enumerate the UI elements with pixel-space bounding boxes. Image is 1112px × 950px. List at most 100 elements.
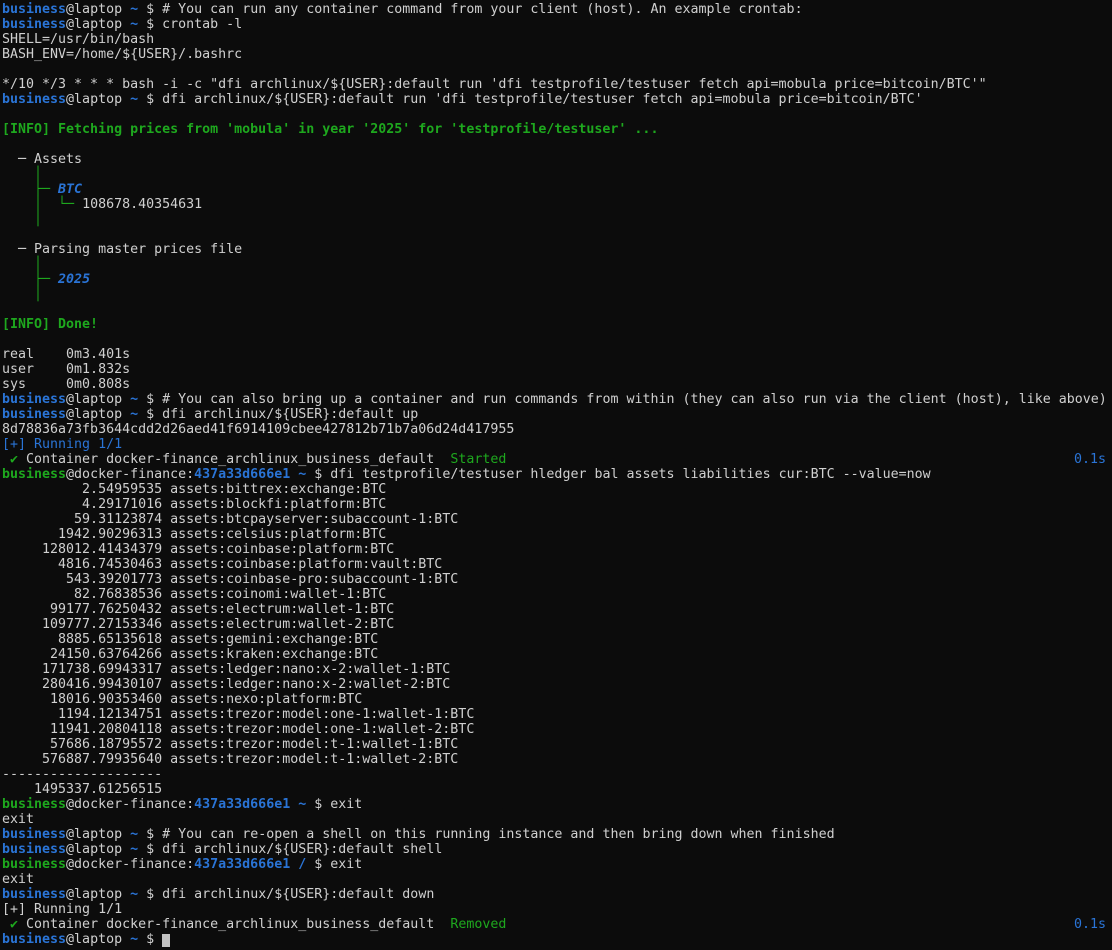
- balance-row: 1942.90296313 assets:celsius:platform:BT…: [2, 527, 1112, 542]
- text-segment: # You can run any container command from…: [162, 2, 802, 17]
- tree-line: ├─ BTC: [2, 182, 1112, 197]
- text-segment: 576887.79935640 assets:trezor:model:t-1:…: [2, 752, 458, 767]
- compose-status-line: ✔ Container docker-finance_archlinux_bus…: [2, 917, 1112, 932]
- tree-line: ─ Assets: [2, 152, 1112, 167]
- text-segment: $: [138, 92, 162, 107]
- blank-line: [2, 137, 1112, 152]
- text-segment: business: [2, 842, 66, 857]
- text-segment: 1495337.61256515: [2, 782, 162, 797]
- text-segment: exit: [2, 812, 34, 827]
- text-segment: 543.39201773 assets:coinbase-pro:subacco…: [2, 572, 458, 587]
- tree-line: │: [2, 167, 1112, 182]
- terminal-cursor[interactable]: [162, 934, 170, 947]
- time-output-line: real 0m3.401s: [2, 347, 1112, 362]
- text-segment: 59.31123874 assets:btcpayserver:subaccou…: [2, 512, 458, 527]
- text-segment: @laptop: [66, 2, 130, 17]
- text-segment: ├─: [2, 272, 58, 287]
- text-segment: [+] Running 1/1: [2, 437, 122, 452]
- text-segment: 280416.99430107 assets:ledger:nano:x-2:w…: [2, 677, 450, 692]
- balance-row: 57686.18795572 assets:trezor:model:t-1:w…: [2, 737, 1112, 752]
- balance-row: 18016.90353460 assets:nexo:platform:BTC: [2, 692, 1112, 707]
- info-line: [INFO] Fetching prices from 'mobula' in …: [2, 122, 1112, 137]
- text-segment: dfi archlinux/${USER}:default run 'dfi t…: [162, 92, 923, 107]
- text-segment: 82.76838536 assets:coinomi:wallet-1:BTC: [2, 587, 386, 602]
- text-segment: ~: [130, 827, 138, 842]
- text-segment: ~: [130, 407, 138, 422]
- tree-line: ├─ 2025: [2, 272, 1112, 287]
- text-segment: @docker-finance:: [66, 857, 194, 872]
- separator-line: --------------------: [2, 767, 1112, 782]
- balance-row: 4.29171016 assets:blockfi:platform:BTC: [2, 497, 1112, 512]
- text-segment: dfi archlinux/${USER}:default down: [162, 887, 434, 902]
- text-segment: business: [2, 2, 66, 17]
- text-segment: business: [2, 392, 66, 407]
- text-segment: SHELL=/usr/bin/bash: [2, 32, 154, 47]
- text-segment: 11941.20804118 assets:trezor:model:one-1…: [2, 722, 474, 737]
- text-segment: @laptop: [66, 392, 130, 407]
- balance-row: 8885.65135618 assets:gemini:exchange:BTC: [2, 632, 1112, 647]
- text-segment: --------------------: [2, 767, 162, 782]
- text-segment: real 0m3.401s: [2, 347, 130, 362]
- text-segment: exit: [330, 857, 362, 872]
- tree-line: ─ Parsing master prices file: [2, 242, 1112, 257]
- text-segment: @docker-finance:: [66, 467, 194, 482]
- text-segment: business: [2, 407, 66, 422]
- text-segment: 171738.69943317 assets:ledger:nano:x-2:w…: [2, 662, 450, 677]
- text-segment: business: [2, 467, 66, 482]
- text-segment: @laptop: [66, 827, 130, 842]
- text-segment: │: [2, 257, 42, 272]
- blank-line: [2, 227, 1112, 242]
- tree-line: │: [2, 257, 1112, 272]
- text-segment: @laptop: [66, 92, 130, 107]
- text-segment: $: [138, 842, 162, 857]
- text-segment: │ └─: [2, 197, 82, 212]
- tree-line: │: [2, 212, 1112, 227]
- text-segment: @docker-finance:: [66, 797, 194, 812]
- text-segment: Removed: [450, 917, 506, 932]
- prompt-line: business@laptop ~ $: [2, 932, 1112, 947]
- balance-row: 11941.20804118 assets:trezor:model:one-1…: [2, 722, 1112, 737]
- balance-row: 99177.76250432 assets:electrum:wallet-1:…: [2, 602, 1112, 617]
- text-segment: Container docker-finance_archlinux_busin…: [18, 917, 450, 932]
- blank-line: [2, 332, 1112, 347]
- text-segment: */10 */3 * * * bash -i -c "dfi archlinux…: [2, 77, 987, 92]
- compose-status-line: ✔ Container docker-finance_archlinux_bus…: [2, 452, 1112, 467]
- prompt-line: business@docker-finance:437a33d666e1 ~ $…: [2, 467, 1112, 482]
- text-segment: 8d78836a73fb3644cdd2d26aed41f6914109cbee…: [2, 422, 514, 437]
- info-line: [INFO] Done!: [2, 317, 1112, 332]
- text-segment: [2, 452, 10, 467]
- text-segment: user 0m1.832s: [2, 362, 130, 377]
- checkmark-icon: ✔: [10, 917, 18, 932]
- terminal-window[interactable]: business@laptop ~ $ # You can run any co…: [0, 0, 1112, 950]
- text-segment: │: [2, 212, 42, 227]
- balance-row: 24150.63764266 assets:kraken:exchange:BT…: [2, 647, 1112, 662]
- blank-line: [2, 62, 1112, 77]
- text-segment: 437a33d666e1: [194, 467, 290, 482]
- blank-line: [2, 302, 1112, 317]
- text-segment: dfi testprofile/testuser hledger bal ass…: [330, 467, 930, 482]
- text-segment: crontab -l: [162, 17, 242, 32]
- text-segment: ~: [130, 932, 138, 947]
- text-segment: $: [138, 392, 162, 407]
- text-segment: $: [306, 467, 330, 482]
- text-segment: BASH_ENV=/home/${USER}/.bashrc: [2, 47, 242, 62]
- balance-row: 171738.69943317 assets:ledger:nano:x-2:w…: [2, 662, 1112, 677]
- balance-row: 59.31123874 assets:btcpayserver:subaccou…: [2, 512, 1112, 527]
- text-segment: $: [138, 887, 162, 902]
- text-segment: ─ Parsing master prices file: [2, 242, 242, 257]
- text-segment: [+] Running 1/1: [2, 902, 122, 917]
- text-segment: Container docker-finance_archlinux_busin…: [18, 452, 450, 467]
- text-segment: @laptop: [66, 932, 130, 947]
- balance-row: 576887.79935640 assets:trezor:model:t-1:…: [2, 752, 1112, 767]
- compose-status-line: [+] Running 1/1: [2, 902, 1112, 917]
- balance-row: 280416.99430107 assets:ledger:nano:x-2:w…: [2, 677, 1112, 692]
- text-segment: business: [2, 797, 66, 812]
- text-segment: 1194.12134751 assets:trezor:model:one-1:…: [2, 707, 474, 722]
- text-segment: $: [138, 932, 162, 947]
- text-segment: ─ Assets: [2, 152, 82, 167]
- text-segment: business: [2, 827, 66, 842]
- text-segment: $: [306, 797, 330, 812]
- text-segment: 57686.18795572 assets:trezor:model:t-1:w…: [2, 737, 458, 752]
- text-segment: 24150.63764266 assets:kraken:exchange:BT…: [2, 647, 378, 662]
- time-output-line: sys 0m0.808s: [2, 377, 1112, 392]
